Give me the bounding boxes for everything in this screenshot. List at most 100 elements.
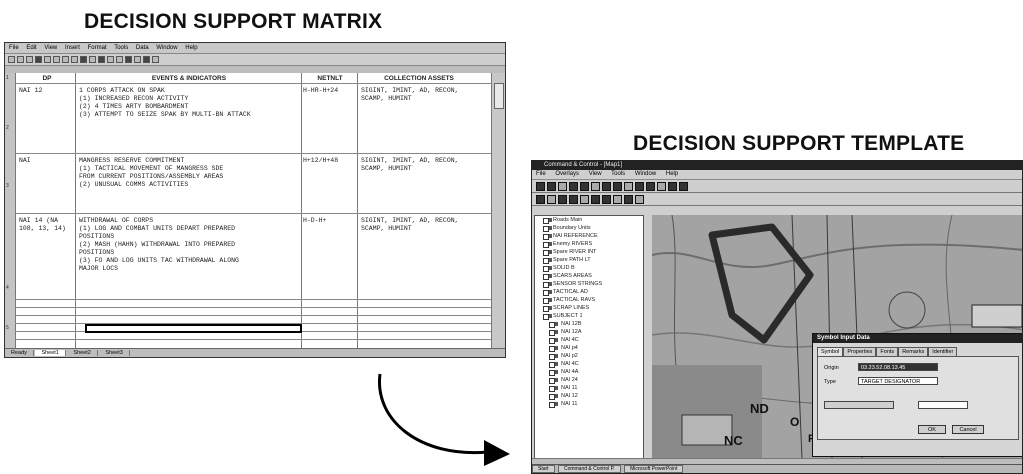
save-icon[interactable] [26, 56, 33, 63]
tree-subitem[interactable]: NAI 11 [535, 400, 643, 408]
map-menu-view[interactable]: View [589, 171, 602, 177]
tool-icon[interactable] [547, 181, 556, 191]
chart-icon[interactable] [116, 56, 123, 63]
menu-view[interactable]: View [44, 45, 57, 51]
tool-icon[interactable] [591, 181, 600, 191]
tree-subitem[interactable]: NAI 4A [535, 368, 643, 376]
menu-edit[interactable]: Edit [26, 45, 36, 51]
tool-icon[interactable] [657, 181, 666, 191]
map-menu-overlays[interactable]: Overlays [555, 171, 579, 177]
tree-item[interactable]: Boundary Units [535, 224, 643, 232]
tool-icon[interactable] [613, 194, 622, 204]
tree-item[interactable]: SCRAP LINES [535, 304, 643, 312]
bold-icon[interactable] [125, 56, 132, 63]
tool-icon[interactable] [624, 194, 633, 204]
tree-item[interactable]: SUBJECT 1 [535, 312, 643, 320]
tree-item[interactable]: Roads Main [535, 216, 643, 224]
map-menu-tools[interactable]: Tools [611, 171, 625, 177]
menu-window[interactable]: Window [156, 45, 177, 51]
tab-properties[interactable]: Properties [843, 347, 877, 356]
tree-subitem[interactable]: NAI 12B [535, 320, 643, 328]
selected-cell[interactable] [85, 324, 302, 333]
preview-icon[interactable] [44, 56, 51, 63]
tool-icon[interactable] [569, 194, 578, 204]
copy-icon[interactable] [62, 56, 69, 63]
map-menu-help[interactable]: Help [666, 171, 678, 177]
tree-item[interactable]: Enemy RIVERS [535, 240, 643, 248]
italic-icon[interactable] [134, 56, 141, 63]
vertical-scrollbar[interactable] [491, 73, 505, 351]
undo-icon[interactable] [80, 56, 87, 63]
tree-item[interactable]: SCARS AREAS [535, 272, 643, 280]
menu-help[interactable]: Help [185, 45, 197, 51]
ok-button[interactable]: OK [918, 425, 946, 434]
tab-symbol[interactable]: Symbol [817, 347, 844, 356]
tool-icon[interactable] [558, 181, 567, 191]
tab-sheet1[interactable]: Sheet1 [35, 350, 66, 356]
tree-subitem[interactable]: NAI 12A [535, 328, 643, 336]
redo-icon[interactable] [89, 56, 96, 63]
menu-insert[interactable]: Insert [65, 45, 80, 51]
tool-icon[interactable] [569, 181, 578, 191]
sum-icon[interactable] [98, 56, 105, 63]
tool-icon[interactable] [536, 181, 545, 191]
map-menu-file[interactable]: File [536, 171, 546, 177]
tool-icon[interactable] [668, 181, 677, 191]
new-icon[interactable] [8, 56, 15, 63]
tab-fonts[interactable]: Fonts [876, 347, 899, 356]
cancel-button[interactable]: Cancel [952, 425, 984, 434]
tool-icon[interactable] [602, 194, 611, 204]
taskbar-item[interactable]: Command & Control P. [557, 465, 621, 473]
tool-icon[interactable] [624, 181, 633, 191]
dropdown-field[interactable] [918, 401, 968, 409]
align-icon[interactable] [143, 56, 150, 63]
menu-file[interactable]: File [9, 45, 19, 51]
tool-icon[interactable] [646, 181, 655, 191]
tool-icon[interactable] [602, 181, 611, 191]
tab-remarks[interactable]: Remarks [898, 347, 929, 356]
tree-subitem[interactable]: NAI 4C [535, 336, 643, 344]
paste-icon[interactable] [71, 56, 78, 63]
tree-item[interactable]: TACTICAL AD [535, 288, 643, 296]
menu-tools[interactable]: Tools [114, 45, 128, 51]
tree-subitem[interactable]: NAI 24 [535, 376, 643, 384]
tree-subitem[interactable]: NAI 11 [535, 384, 643, 392]
tree-item[interactable]: NAI REFERENCE [535, 232, 643, 240]
type-select[interactable]: TARGET DESIGNATOR [858, 377, 938, 385]
tool-icon[interactable] [558, 194, 567, 204]
tree-subitem[interactable]: NAI 4C [535, 360, 643, 368]
tool-icon[interactable] [580, 181, 589, 191]
map-canvas[interactable]: ND NC FD FC O Symbol Input Data Symbol P… [652, 215, 1022, 459]
open-icon[interactable] [17, 56, 24, 63]
tool-icon[interactable] [591, 194, 600, 204]
tool-icon[interactable] [679, 181, 688, 191]
tool-icon[interactable] [547, 194, 556, 204]
tool-icon[interactable] [635, 181, 644, 191]
dropdown-field[interactable] [824, 401, 894, 409]
menu-format[interactable]: Format [88, 45, 107, 51]
tool-icon[interactable] [536, 194, 545, 204]
print-icon[interactable] [35, 56, 42, 63]
taskbar-item[interactable]: Microsoft PowerPoint [624, 465, 684, 473]
tree-item[interactable]: Spare RIVER INT [535, 248, 643, 256]
tool-icon[interactable] [580, 194, 589, 204]
origin-field[interactable]: 03.23.52.08.13.45 [858, 363, 938, 371]
tab-sheet3[interactable]: Sheet3 [99, 350, 130, 356]
tool-icon[interactable] [635, 194, 644, 204]
sort-icon[interactable] [107, 56, 114, 63]
scroll-thumb[interactable] [494, 83, 504, 109]
tree-item[interactable]: TACTICAL RAVS [535, 296, 643, 304]
tree-subitem[interactable]: NAI p4 [535, 344, 643, 352]
tool-icon[interactable] [613, 181, 622, 191]
tab-sheet2[interactable]: Sheet2 [67, 350, 98, 356]
zoom-icon[interactable] [152, 56, 159, 63]
tree-subitem[interactable]: NAI p2 [535, 352, 643, 360]
tab-identifier[interactable]: Identifier [928, 347, 958, 356]
tree-subitem[interactable]: NAI 12 [535, 392, 643, 400]
cut-icon[interactable] [53, 56, 60, 63]
start-button[interactable]: Start [532, 465, 555, 473]
tree-item[interactable]: SENSOR STRINGS [535, 280, 643, 288]
tree-item[interactable]: SOLID B [535, 264, 643, 272]
tree-item[interactable]: Spare PATH LT [535, 256, 643, 264]
menu-data[interactable]: Data [136, 45, 149, 51]
